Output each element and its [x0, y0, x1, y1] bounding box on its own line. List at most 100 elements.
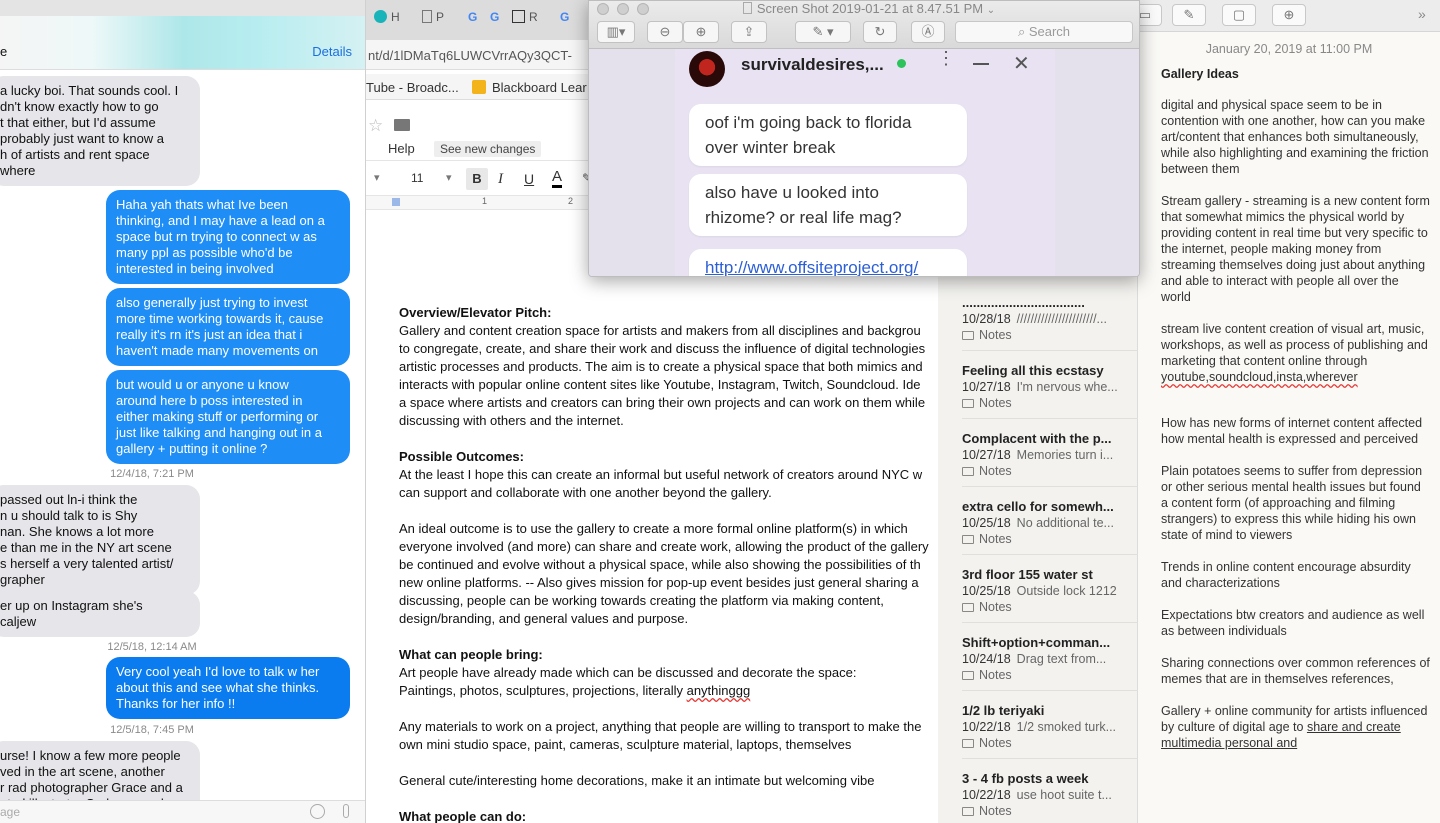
font-size-select[interactable]: 11 — [411, 171, 423, 185]
message-bubble-received[interactable]: passed out ln-i think the n u should tal… — [0, 485, 200, 595]
emoji-icon[interactable] — [310, 804, 325, 819]
note-title: Shift+option+comman... — [962, 635, 1111, 650]
underline-button[interactable]: U — [524, 171, 534, 187]
markup-pen-icon[interactable]: ✎ ▾ — [795, 21, 851, 43]
misspelled-word[interactable]: anythinggg — [687, 683, 751, 698]
list-item[interactable]: Shift+option+comman... 10/24/18 Drag text… — [962, 635, 1132, 682]
conversation-header: e Details — [0, 16, 365, 70]
message-bubble-sent[interactable]: Haha yah thats what Ive been thinking, a… — [106, 190, 350, 284]
see-new-changes-button[interactable]: See new changes — [434, 141, 542, 157]
folder-icon — [962, 535, 974, 544]
browser-tab[interactable]: G — [490, 10, 499, 32]
list-item[interactable]: 1/2 lb teriyaki 10/22/18 1/2 smoked turk.… — [962, 703, 1132, 750]
preview-toolbar: Screen Shot 2019-01-21 at 8.47.51 PM ⌄ ▥… — [589, 1, 1139, 49]
note-paragraph: stream live content creation of visual a… — [1161, 321, 1431, 385]
chevron-down-icon[interactable]: ▾ — [374, 171, 380, 184]
note-folder: Notes — [962, 736, 1132, 750]
compose-icon[interactable]: ✎ — [1172, 4, 1206, 26]
chat-message: also have u looked into rhizome? or real… — [689, 174, 967, 236]
screenshot-image: survivaldesires,... ⋮ ✕ oof i'm going ba… — [589, 49, 1139, 276]
browser-tab[interactable]: H — [374, 10, 400, 32]
browser-tab[interactable]: P — [422, 10, 444, 32]
note-preview: use hoot suite t... — [1016, 788, 1112, 802]
details-button[interactable]: Details — [312, 44, 352, 59]
search-placeholder: Search — [1028, 24, 1071, 39]
doc-line: discussing with others and the internet. — [399, 413, 624, 428]
menu-item-help[interactable]: Help — [388, 141, 415, 156]
note-date: 10/25/18 — [962, 584, 1011, 598]
browser-tab[interactable]: G — [560, 10, 569, 32]
bold-button[interactable]: B — [466, 168, 488, 190]
doc-line: Gallery and content creation space for a… — [399, 323, 921, 338]
message-input[interactable]: age — [0, 805, 20, 819]
message-bubble-received[interactable]: a lucky boi. That sounds cool. I dn't kn… — [0, 76, 200, 186]
note-preview: Outside lock 1212 — [1016, 584, 1117, 598]
close-window-button[interactable] — [597, 3, 609, 15]
note-title: .................................. — [962, 295, 1085, 310]
list-item[interactable]: extra cello for somewh... 10/25/18 No add… — [962, 499, 1132, 546]
chevron-down-icon[interactable]: ⌄ — [987, 5, 995, 16]
bookmark-label: Blackboard Lear — [492, 80, 587, 95]
note-body[interactable]: Gallery Ideas digital and physical space… — [1161, 66, 1431, 767]
lock-icon[interactable]: ▢ — [1222, 4, 1256, 26]
folder-icon[interactable] — [394, 119, 410, 131]
text-color-button[interactable]: A — [552, 169, 563, 188]
doc-line: Any materials to work on a project, anyt… — [399, 719, 922, 734]
doc-line: General cute/interesting home decoration… — [399, 773, 875, 788]
folder-icon — [962, 807, 974, 816]
sidebar-toggle-icon[interactable]: ▥▾ — [597, 21, 635, 43]
doc-page[interactable]: Overview/Elevator Pitch: Gallery and con… — [360, 212, 960, 823]
chevron-right-icon[interactable]: » — [1418, 6, 1426, 22]
tab-label: G — [468, 10, 478, 24]
note-meta: 10/28/18 ///////////////////////... — [962, 312, 1132, 326]
list-item[interactable]: 3rd floor 155 water st 10/25/18 Outside l… — [962, 567, 1132, 614]
message-bubble-sent[interactable]: also generally just trying to invest mor… — [106, 288, 350, 366]
microphone-icon[interactable] — [343, 804, 349, 818]
zoom-in-icon[interactable]: ⊕ — [683, 21, 719, 43]
note-paragraph: Expectations btw creators and audience a… — [1161, 608, 1425, 638]
note-meta: 10/22/18 use hoot suite t... — [962, 788, 1132, 802]
doc-line: artistic processes and products. The aim… — [399, 359, 923, 374]
note-editor[interactable]: January 20, 2019 at 11:00 PM Gallery Ide… — [1138, 32, 1440, 823]
list-item[interactable]: 3 - 4 fb posts a week 10/22/18 use hoot s… — [962, 771, 1132, 818]
search-input[interactable]: ⌕ Search — [955, 21, 1133, 43]
browser-tab[interactable]: G — [468, 10, 477, 32]
add-people-icon[interactable]: ⊕ — [1272, 4, 1306, 26]
star-icon[interactable]: ☆ — [368, 116, 383, 136]
markup-toolbar-icon[interactable]: Ⓐ — [911, 21, 945, 43]
message-bubble-sent[interactable]: but would u or anyone u know around here… — [106, 370, 350, 464]
minimize-window-button[interactable] — [617, 3, 629, 15]
note-folder: Notes — [962, 532, 1132, 546]
share-icon[interactable]: ⇪ — [731, 21, 767, 43]
search-icon: ⌕ — [1017, 24, 1026, 39]
message-bubble-received[interactable]: er up on Instagram she's caljew — [0, 591, 200, 637]
doc-body[interactable]: Overview/Elevator Pitch: Gallery and con… — [399, 304, 959, 823]
list-item[interactable]: Feeling all this ecstasy 10/27/18 I'm ner… — [962, 363, 1132, 410]
list-item[interactable]: Complacent with the p... 10/27/18 Memorie… — [962, 431, 1132, 478]
doc-line: At the least I hope this can create an i… — [399, 467, 923, 482]
indent-marker[interactable] — [392, 198, 400, 206]
note-meta: 10/24/18 Drag text from... — [962, 652, 1132, 666]
italic-button[interactable]: I — [498, 171, 503, 188]
browser-tab[interactable]: R — [512, 10, 538, 32]
messages-window: e Details a lucky boi. That sounds cool.… — [0, 0, 366, 823]
window-title: Screen Shot 2019-01-21 at 8.47.51 PM ⌄ — [739, 1, 999, 16]
chevron-down-icon[interactable]: ▾ — [446, 171, 452, 184]
doc-heading: What can people bring: — [399, 647, 543, 662]
list-item[interactable]: .................................. 10/28… — [962, 295, 1132, 342]
note-link-text[interactable]: youtube,soundcloud,insta,wherever — [1161, 370, 1358, 384]
ruler-label: 2 — [568, 196, 574, 206]
bookmark-blackboard[interactable]: Blackboard Lear — [472, 80, 587, 95]
folder-icon — [962, 603, 974, 612]
doc-heading: Overview/Elevator Pitch: — [399, 305, 552, 320]
rotate-icon[interactable]: ↻ — [863, 21, 897, 43]
chat-contact-name: survivaldesires,... — [741, 55, 884, 74]
instagram-chat: survivaldesires,... ⋮ ✕ oof i'm going ba… — [675, 49, 1055, 276]
zoom-out-icon[interactable]: ⊖ — [647, 21, 683, 43]
message-bubble-sent[interactable]: Very cool yeah I'd love to talk w her ab… — [106, 657, 350, 719]
document-icon — [422, 10, 432, 23]
note-paragraph: Trends in online content encourage absur… — [1161, 560, 1411, 590]
doc-line: Art people have already made which can b… — [399, 665, 857, 680]
zoom-window-button[interactable] — [637, 3, 649, 15]
bookmark-youtube[interactable]: Tube - Broadc... — [366, 80, 459, 95]
